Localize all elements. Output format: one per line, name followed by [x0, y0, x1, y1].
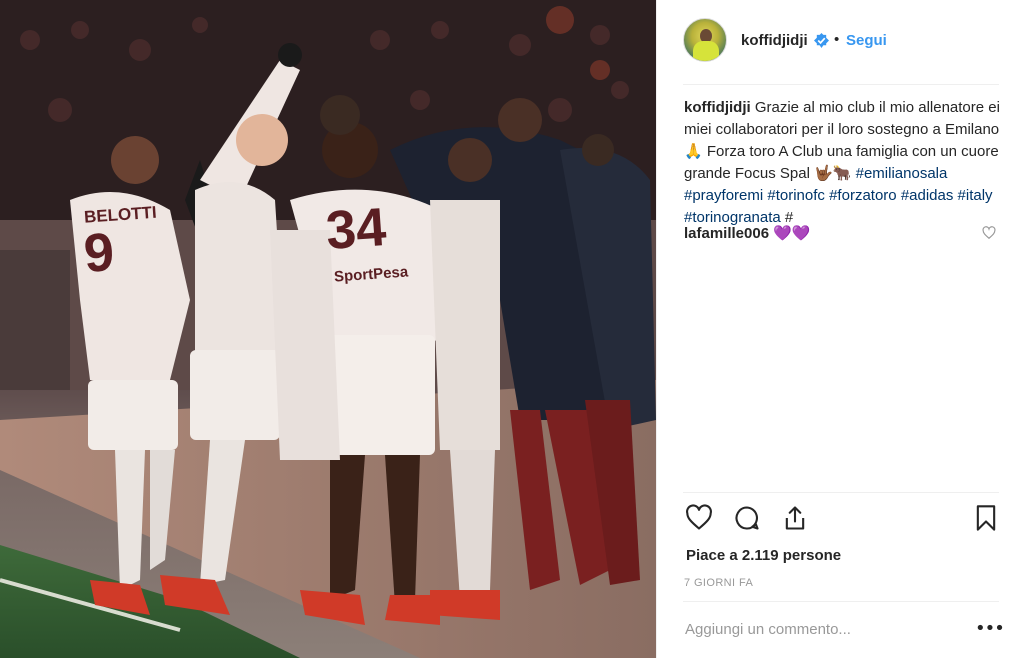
comment-username[interactable]: lafamille006 [684, 225, 769, 242]
hashtag-link[interactable]: #italy [958, 187, 993, 204]
hashtag-link[interactable]: #emilianosala [856, 165, 948, 182]
comment-item: lafamille006 💜💜 [684, 223, 984, 245]
jersey-number-9: 9 [81, 222, 117, 284]
divider [683, 492, 999, 493]
caption-username[interactable]: koffidjidji [684, 99, 751, 116]
likes-count[interactable]: Piace a 2.119 persone [686, 547, 841, 564]
separator-dot: • [834, 31, 840, 48]
hashtag-link[interactable]: #prayforemi [684, 187, 763, 204]
celebration-scene [0, 0, 656, 658]
more-options-icon[interactable]: ••• [975, 618, 1005, 639]
comment-like-heart-icon[interactable] [982, 226, 996, 240]
hashtag-link[interactable]: #adidas [901, 187, 954, 204]
post-side-panel: koffidjidji • Segui koffidjidji Grazie a… [656, 0, 1024, 658]
post-header: koffidjidji • Segui [657, 0, 1024, 84]
divider [683, 601, 999, 602]
jersey-number-34: 34 [323, 196, 389, 262]
add-comment-input[interactable] [685, 617, 955, 641]
comment-text: 💜💜 [773, 225, 811, 242]
divider [683, 84, 999, 85]
comment-icon[interactable] [733, 504, 761, 532]
hashtag-link[interactable]: #forzatoro [829, 187, 897, 204]
follow-button[interactable]: Segui [846, 32, 887, 49]
bookmark-icon[interactable] [972, 504, 1000, 532]
heart-icon[interactable] [685, 504, 713, 532]
post-caption: koffidjidji Grazie al mio club il mio al… [684, 97, 1004, 229]
post-username[interactable]: koffidjidji [741, 32, 808, 49]
verified-badge-icon [814, 33, 829, 48]
avatar[interactable] [683, 18, 727, 62]
share-icon[interactable] [781, 504, 809, 532]
hashtag-link[interactable]: #torinofc [767, 187, 825, 204]
post-photo[interactable]: BELOTTI 9 34 SportPesa [0, 0, 656, 658]
post-timestamp[interactable]: 7 giorni fa [684, 577, 753, 589]
